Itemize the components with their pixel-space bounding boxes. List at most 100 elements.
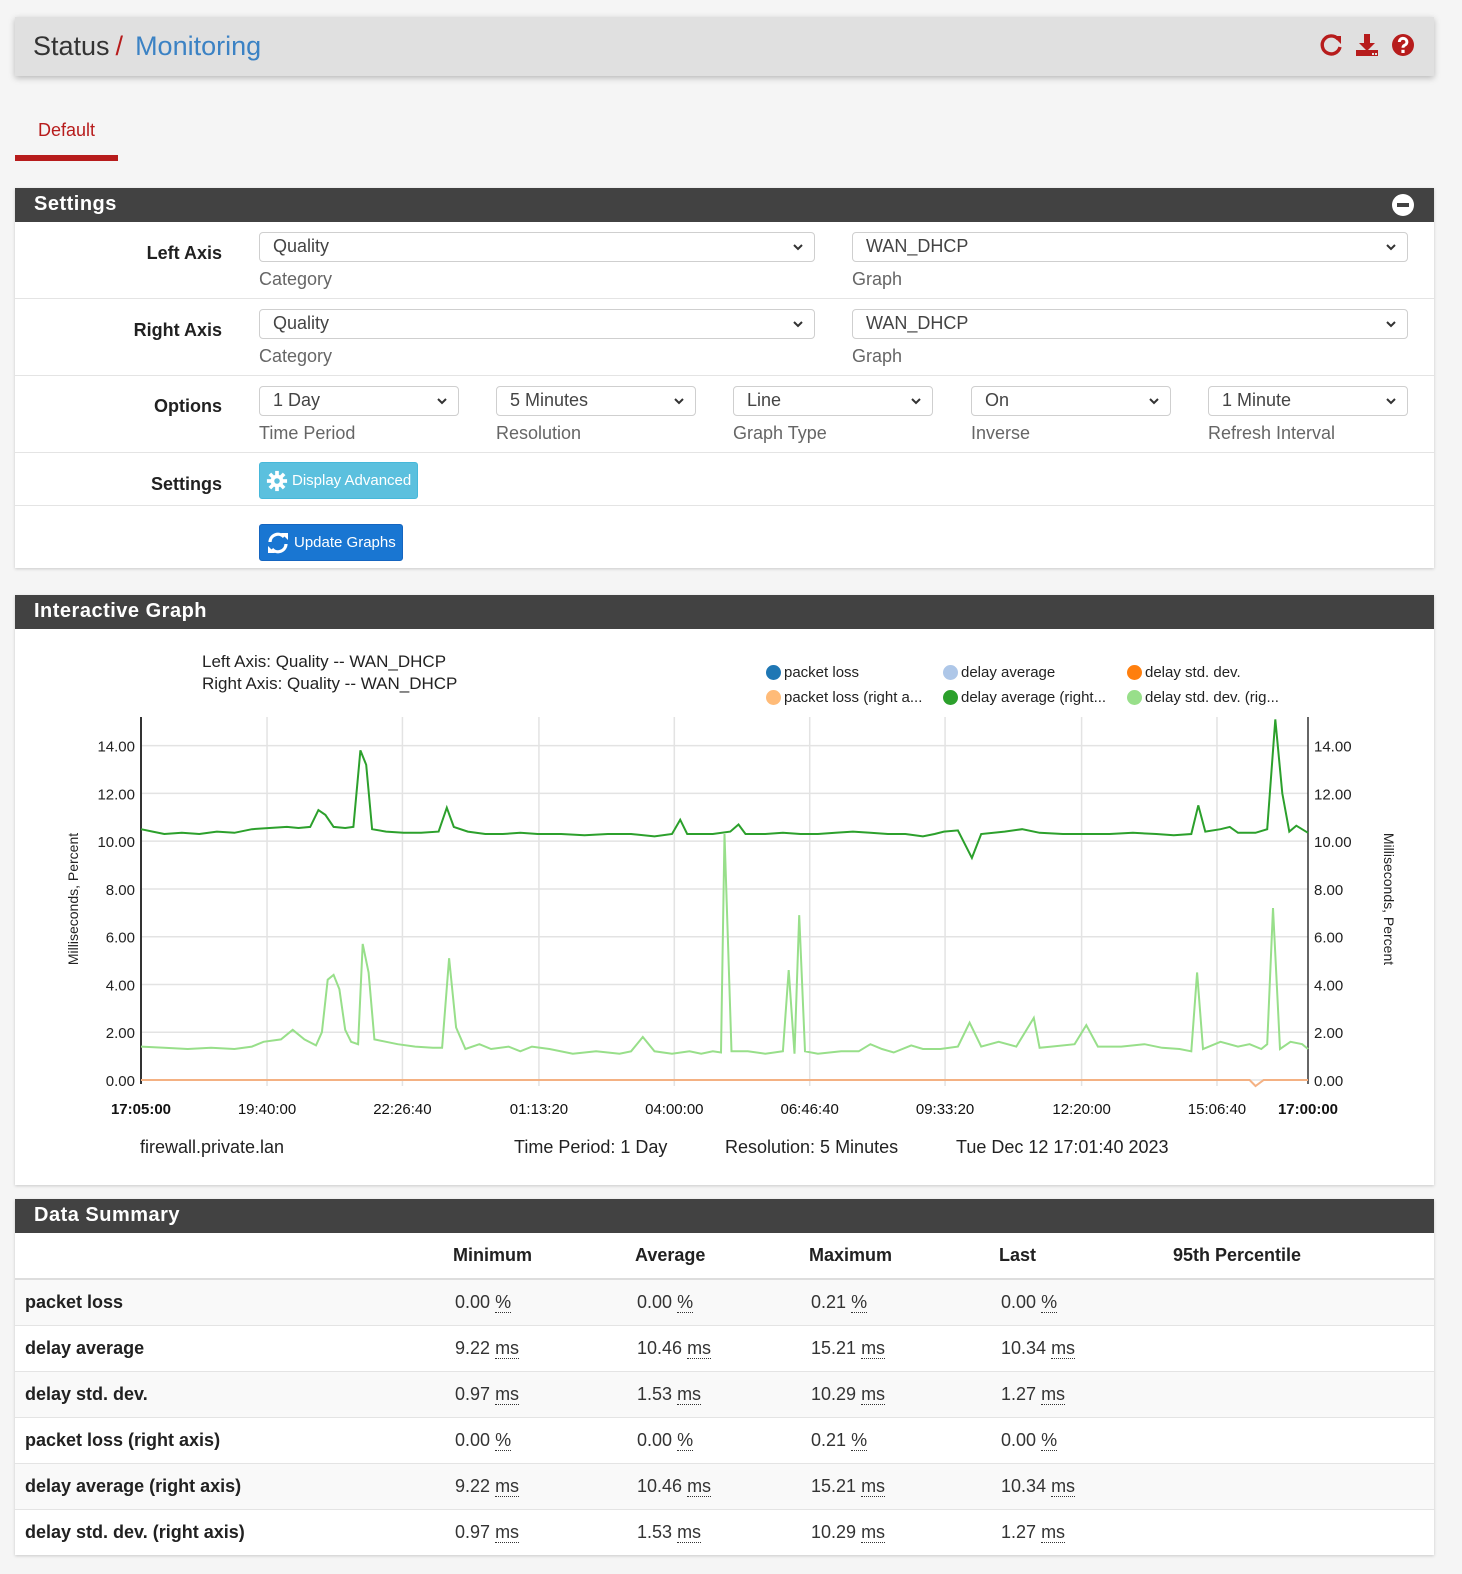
- chevron-down-icon: [1386, 398, 1396, 405]
- value-number: 10.34: [1001, 1337, 1047, 1358]
- series-line-2: [141, 1079, 1308, 1088]
- settings-panel: Settings Left Axis Quality Category WAN_…: [15, 188, 1434, 568]
- value-number: 9.22: [455, 1337, 491, 1358]
- inverse-select[interactable]: On: [971, 386, 1171, 416]
- left-axis-graph-select[interactable]: WAN_DHCP: [852, 232, 1408, 262]
- resolution-value: 5 Minutes: [510, 390, 589, 410]
- resolution-select[interactable]: 5 Minutes: [496, 386, 696, 416]
- tab-bar: Default: [15, 110, 119, 161]
- left-axis-graph-help: Graph: [852, 269, 903, 289]
- row-label: delay std. dev.: [15, 1370, 453, 1417]
- unit-abbr: ms: [1041, 1383, 1066, 1405]
- y-tick-label-left: 14.00: [97, 739, 135, 756]
- value-number: 0.21: [811, 1291, 847, 1312]
- unit-abbr: %: [495, 1429, 512, 1451]
- line-chart[interactable]: 0.00 0.00 2.00 2.00 4.00 4.00 6.00 6.00 8.00 8.00…: [15, 629, 1434, 1129]
- left-axis-row: Left Axis Quality Category WAN_DHCP Grap…: [15, 222, 1434, 299]
- advanced-settings-row: Settings Display Advanced: [15, 453, 1434, 506]
- refresh-interval-select[interactable]: 1 Minute: [1208, 386, 1408, 416]
- unit-abbr: %: [1041, 1291, 1058, 1313]
- cell-value: 10.29 ms: [809, 1508, 999, 1555]
- chevron-down-icon: [674, 398, 684, 405]
- unit-abbr: ms: [495, 1475, 520, 1497]
- value-number: 0.00: [455, 1429, 491, 1450]
- y-axis-title-left: Milliseconds, Percent: [65, 833, 81, 965]
- collapse-icon[interactable]: [1392, 194, 1414, 216]
- update-graphs-button[interactable]: Update Graphs: [259, 524, 403, 561]
- unit-abbr: %: [851, 1291, 868, 1313]
- value-number: 1.27: [1001, 1521, 1037, 1542]
- row-label: delay average: [15, 1324, 453, 1371]
- summary-panel-header: Data Summary: [15, 1199, 1434, 1233]
- x-tick-label: 22:26:40: [373, 1101, 431, 1118]
- cell-value: [1173, 1278, 1434, 1325]
- chevron-down-icon: [1149, 398, 1159, 405]
- row-label: packet loss (right axis): [15, 1416, 453, 1463]
- right-axis-graph-select[interactable]: WAN_DHCP: [852, 309, 1408, 339]
- breadcrumb-current[interactable]: Monitoring: [135, 31, 261, 62]
- left-axis-category-help: Category: [259, 269, 333, 289]
- table-row: delay average (right axis) 9.22 ms 10.46 m…: [15, 1462, 1434, 1509]
- cell-value: [1173, 1370, 1434, 1417]
- settings-panel-header: Settings: [15, 188, 1434, 222]
- reload-icon[interactable]: [1318, 31, 1344, 59]
- value-number: 1.53: [637, 1383, 673, 1404]
- table-row: delay std. dev. 0.97 ms 1.53 ms 10.29 ms 1.2…: [15, 1370, 1434, 1417]
- help-icon[interactable]: [1390, 31, 1416, 59]
- column-header: 95th Percentile: [1173, 1233, 1434, 1280]
- unit-abbr: ms: [677, 1383, 702, 1405]
- value-number: 0.00: [637, 1291, 673, 1312]
- time-period-select[interactable]: 1 Day: [259, 386, 459, 416]
- table-row: delay std. dev. (right axis) 0.97 ms 1.53 …: [15, 1508, 1434, 1555]
- interactive-graph-panel: Interactive Graph Left Axis: Quality -- …: [15, 595, 1434, 1185]
- y-tick-label-right: 12.00: [1314, 786, 1352, 803]
- chevron-down-icon: [1386, 321, 1396, 328]
- right-axis-category-value: Quality: [273, 313, 330, 333]
- row-label: delay std. dev. (right axis): [15, 1508, 453, 1555]
- chevron-down-icon: [1386, 244, 1396, 251]
- x-tick-label: 17:00:00: [1278, 1101, 1338, 1118]
- unit-abbr: ms: [495, 1383, 520, 1405]
- cell-value: 15.21 ms: [809, 1462, 999, 1509]
- series-line-1: [140, 833, 1309, 1055]
- resolution-help: Resolution: [496, 423, 582, 443]
- display-advanced-button[interactable]: Display Advanced: [259, 462, 419, 499]
- cell-value: 9.22 ms: [453, 1462, 635, 1509]
- cell-value: 1.27 ms: [999, 1508, 1173, 1555]
- refresh-interval-help: Refresh Interval: [1208, 423, 1336, 443]
- x-tick-label: 01:13:20: [510, 1101, 568, 1118]
- graph-panel-header: Interactive Graph: [15, 595, 1434, 629]
- y-axis-title-right: Milliseconds, Percent: [1381, 833, 1397, 965]
- breadcrumb-root[interactable]: Status: [33, 31, 110, 62]
- right-axis-graph-value: WAN_DHCP: [866, 313, 969, 333]
- right-axis-label: Right Axis: [133, 320, 222, 340]
- download-icon[interactable]: [1354, 31, 1380, 59]
- value-number: 15.21: [811, 1475, 857, 1496]
- unit-abbr: %: [495, 1291, 512, 1313]
- x-tick-label: 09:33:20: [916, 1101, 974, 1118]
- value-number: 10.29: [811, 1383, 857, 1404]
- cell-value: 0.00 %: [453, 1416, 635, 1463]
- column-header: Last: [999, 1233, 1173, 1280]
- unit-abbr: ms: [861, 1521, 886, 1543]
- cell-value: 10.46 ms: [635, 1324, 809, 1371]
- tab-default[interactable]: Default: [15, 110, 119, 161]
- cell-value: 0.00 %: [999, 1416, 1173, 1463]
- cell-value: 0.00 %: [999, 1278, 1173, 1325]
- cell-value: [1173, 1324, 1434, 1371]
- y-tick-label-left: 0.00: [106, 1073, 135, 1090]
- left-axis-category-select[interactable]: Quality: [259, 232, 815, 262]
- settings-panel-title: Settings: [34, 193, 117, 215]
- graph-type-value: Line: [747, 390, 782, 410]
- display-advanced-label: Display Advanced: [292, 472, 412, 489]
- graph-type-select[interactable]: Line: [733, 386, 933, 416]
- right-axis-category-select[interactable]: Quality: [259, 309, 815, 339]
- y-tick-label-right: 2.00: [1314, 1025, 1343, 1042]
- cell-value: 10.29 ms: [809, 1370, 999, 1417]
- unit-abbr: %: [677, 1291, 694, 1313]
- x-tick-label: 06:46:40: [780, 1101, 838, 1118]
- column-header: Minimum: [453, 1233, 635, 1280]
- y-tick-label-left: 10.00: [97, 834, 135, 851]
- cell-value: [1173, 1462, 1434, 1509]
- chevron-down-icon: [793, 244, 803, 251]
